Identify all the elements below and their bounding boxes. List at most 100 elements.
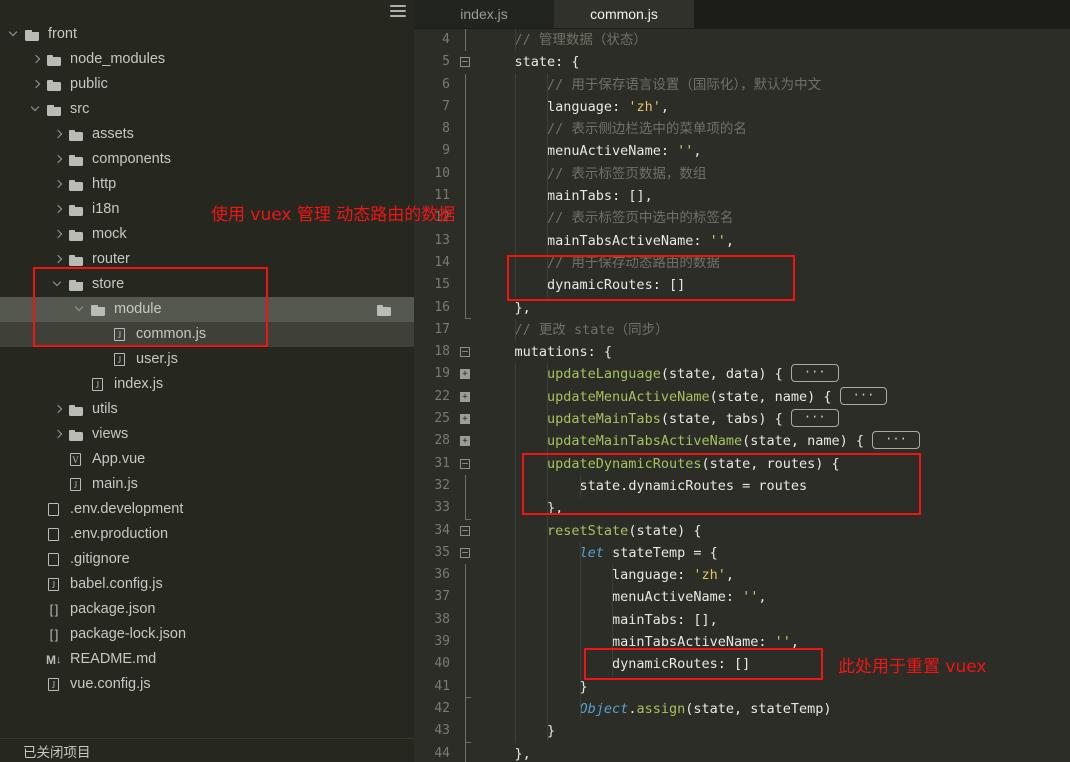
tree-item-public[interactable]: public <box>0 72 414 97</box>
fold-column[interactable] <box>456 697 478 721</box>
collapsed-code-placeholder[interactable]: ··· <box>872 431 920 450</box>
code-line[interactable]: 39 mainTabsActiveName: '', <box>414 631 1070 654</box>
tree-item-common-js[interactable]: common.js <box>0 322 414 347</box>
code-line[interactable]: 33 }, <box>414 497 1070 520</box>
tree-item-front[interactable]: front <box>0 22 414 47</box>
code-line[interactable]: 5– state: { <box>414 51 1070 73</box>
code-line[interactable]: 6 // 用于保存语言设置（国际化），默认为中文 <box>414 73 1070 96</box>
code-line[interactable]: 41 } <box>414 675 1070 699</box>
fold-column[interactable] <box>456 296 478 320</box>
collapsed-code-placeholder[interactable]: ··· <box>790 364 839 383</box>
fold-column[interactable] <box>456 564 478 587</box>
chevron-right-icon[interactable] <box>52 178 65 191</box>
tree-item-assets[interactable]: assets <box>0 122 414 147</box>
code-line[interactable]: 13 mainTabsActiveName: '', <box>414 229 1070 252</box>
chevron-down-icon[interactable] <box>74 303 87 316</box>
code-line[interactable]: 25 + updateMainTabs(state, tabs) { ··· <box>414 408 1070 431</box>
code-line[interactable]: 4 // 管理数据（状态） <box>414 29 1070 52</box>
fold-column[interactable] <box>456 742 478 762</box>
fold-expand-icon[interactable]: + <box>460 436 470 447</box>
fold-column[interactable] <box>456 586 478 609</box>
fold-column[interactable]: + <box>456 386 478 408</box>
code-line[interactable]: 32 state.dynamicRoutes = routes <box>414 474 1070 498</box>
chevron-down-icon[interactable] <box>8 28 21 41</box>
code-line[interactable]: 16 }, <box>414 296 1070 320</box>
code-line[interactable]: 22 + updateMenuActiveName(state, name) { … <box>414 385 1070 409</box>
code-line[interactable]: 19 + updateLanguage(state, data) { ··· <box>414 363 1070 386</box>
code-line[interactable]: 44 }, <box>414 742 1070 762</box>
code-line[interactable]: 31– updateDynamicRoutes(state, routes) { <box>414 452 1070 475</box>
tree-item-app-vue[interactable]: App.vue <box>0 447 414 472</box>
fold-column[interactable]: + <box>456 363 478 385</box>
code-line[interactable]: 17 // 更改 state（同步） <box>414 318 1070 342</box>
fold-column[interactable] <box>456 185 478 208</box>
fold-column[interactable]: – <box>456 51 478 73</box>
tree-item-babel-config-js[interactable]: babel.config.js <box>0 572 414 597</box>
code-line[interactable]: 15 dynamicRoutes: [] <box>414 274 1070 297</box>
fold-column[interactable] <box>456 95 478 119</box>
closed-projects-bar[interactable]: 已关闭项目 <box>0 738 414 762</box>
fold-column[interactable] <box>456 207 478 230</box>
fold-column[interactable] <box>456 319 478 341</box>
code-line[interactable]: 14 // 用于保存动态路由的数据 <box>414 251 1070 275</box>
fold-column[interactable]: + <box>456 408 478 430</box>
code-line[interactable]: 9 menuActiveName: '', <box>414 140 1070 163</box>
fold-column[interactable] <box>456 653 478 676</box>
tree-item-env-development[interactable]: .env.development <box>0 497 414 522</box>
tree-item-node-modules[interactable]: node_modules <box>0 47 414 72</box>
fold-column[interactable]: – <box>456 542 478 564</box>
tree-item-vue-config-js[interactable]: vue.config.js <box>0 672 414 697</box>
tree-item-main-js[interactable]: main.js <box>0 472 414 497</box>
code-line[interactable]: 28 + updateMainTabsActiveName(state, name… <box>414 430 1070 453</box>
fold-column[interactable] <box>456 251 478 275</box>
fold-expand-icon[interactable]: + <box>460 414 470 425</box>
tree-item-src[interactable]: src <box>0 97 414 122</box>
tree-item-readme-md[interactable]: README.md <box>0 647 414 672</box>
folder-icon[interactable] <box>376 302 393 318</box>
tree-item-gitignore[interactable]: .gitignore <box>0 547 414 572</box>
tree-item-router[interactable]: router <box>0 247 414 272</box>
tree-item-package-json[interactable]: package.json <box>0 597 414 622</box>
code-line[interactable]: 42 Object.assign(state, stateTemp) <box>414 697 1070 721</box>
fold-column[interactable] <box>456 608 478 632</box>
code-line[interactable]: 37 menuActiveName: '', <box>414 586 1070 609</box>
file-tree[interactable]: front node_modules public src assets componen… <box>0 22 414 738</box>
fold-column[interactable] <box>456 140 478 163</box>
fold-collapse-icon[interactable]: – <box>460 57 470 68</box>
chevron-right-icon[interactable] <box>52 428 65 441</box>
fold-column[interactable]: – <box>456 520 478 542</box>
fold-column[interactable] <box>456 29 478 52</box>
fold-column[interactable] <box>456 497 478 520</box>
tree-item-i18n[interactable]: i18n <box>0 197 414 222</box>
tree-item-components[interactable]: components <box>0 147 414 172</box>
fold-collapse-icon[interactable]: – <box>460 547 470 558</box>
tree-item-user-js[interactable]: user.js <box>0 347 414 372</box>
code-viewport[interactable]: 4 // 管理数据（状态） 5– state: {6 // 用于保存语言设置（国际… <box>414 29 1070 762</box>
collapsed-code-placeholder[interactable]: ··· <box>839 386 888 405</box>
editor-tab-common-js[interactable]: common.js <box>554 0 694 28</box>
tree-item-module[interactable]: module <box>0 297 414 322</box>
code-line[interactable]: 35– let stateTemp = { <box>414 541 1070 565</box>
chevron-down-icon[interactable] <box>52 278 65 291</box>
code-line[interactable]: 7 language: 'zh', <box>414 95 1070 119</box>
tree-item-env-production[interactable]: .env.production <box>0 522 414 547</box>
code-line[interactable]: 11 mainTabs: [], <box>414 185 1070 208</box>
code-line[interactable]: 38 mainTabs: [], <box>414 608 1070 632</box>
fold-column[interactable] <box>456 720 478 743</box>
fold-expand-icon[interactable]: + <box>460 391 470 402</box>
fold-collapse-icon[interactable]: – <box>460 525 470 536</box>
tree-item-index-js[interactable]: index.js <box>0 372 414 397</box>
fold-column[interactable] <box>456 631 478 654</box>
editor-tab-index-js[interactable]: index.js <box>414 0 554 28</box>
fold-column[interactable] <box>456 162 478 186</box>
code-line[interactable]: 18– mutations: { <box>414 341 1070 363</box>
fold-collapse-icon[interactable]: – <box>460 458 470 469</box>
code-line[interactable]: 43 } <box>414 720 1070 743</box>
tree-item-utils[interactable]: utils <box>0 397 414 422</box>
chevron-right-icon[interactable] <box>52 228 65 241</box>
code-line[interactable]: 36 language: 'zh', <box>414 564 1070 587</box>
chevron-right-icon[interactable] <box>30 78 43 91</box>
chevron-right-icon[interactable] <box>52 403 65 416</box>
fold-expand-icon[interactable]: + <box>460 369 470 380</box>
fold-column[interactable] <box>456 675 478 699</box>
